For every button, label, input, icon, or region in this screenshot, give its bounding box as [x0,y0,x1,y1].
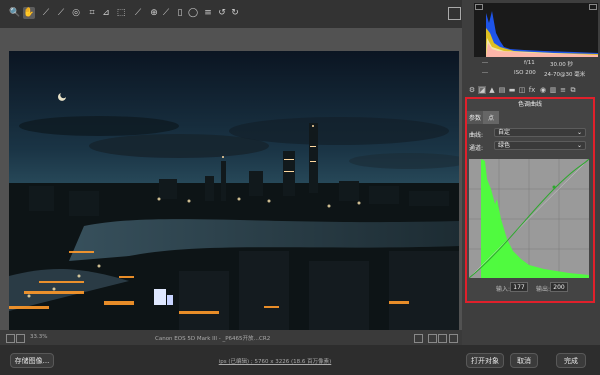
status-bar: 33.3% Canon EOS 5D Mark III - _P6465开放…C… [0,330,462,345]
white-balance-icon[interactable]: ⟋ [40,7,52,19]
lens: 24-70@30 毫米 [544,72,586,78]
highlight-frame [465,97,595,303]
menu-icon[interactable]: ⧉ [569,86,577,94]
swap-icon[interactable] [438,334,447,343]
cancel-button[interactable]: 取消 [510,353,538,368]
highlight-clipping-icon[interactable] [589,4,597,10]
tone-curve-tab-icon[interactable]: ◪ [478,86,486,94]
toolbar: 🔍 ✋ ⟋ ⟋ ◎ ⌗ ⊿ ⬚ ⟋ ⊕ ⟋ ▯ ◯ ≡ ↺ ↻ [0,0,462,28]
zoom-out-button[interactable] [6,334,15,343]
city-night-photo [9,51,459,332]
preview-toggle-icon[interactable] [414,334,423,343]
workflow-options-link[interactable]: ips (已编辑) ; 5760 x 3226 (18.6 百万像素) [200,357,350,365]
zoom-in-button[interactable] [16,334,25,343]
adjustment-brush-icon[interactable]: ⟋ [160,7,172,19]
iso: ISO 200 [514,70,536,76]
preferences-icon[interactable]: ≡ [202,7,214,19]
straighten-icon[interactable]: ⊿ [100,7,112,19]
before-after-icon[interactable] [428,334,437,343]
file-name: Canon EOS 5D Mark III - _P6465开放…CR2 [155,336,271,342]
presets-tab-icon[interactable]: ▥ [549,86,557,94]
hand-icon[interactable]: ✋ [23,7,35,19]
snapshots-tab-icon[interactable]: ≡ [559,86,567,94]
camera-calibration-tab-icon[interactable]: ◉ [539,86,547,94]
readout-g: --- [482,70,488,76]
image-canvas[interactable] [0,28,462,332]
shadow-clipping-icon[interactable] [475,4,483,10]
shutter-speed: 30.00 秒 [550,62,573,68]
zoom-level[interactable]: 33.3% [30,334,47,340]
red-eye-icon[interactable]: ⊕ [148,7,160,19]
radial-filter-icon[interactable]: ◯ [187,7,199,19]
aperture: f/11 [524,60,535,66]
targeted-adjust-icon[interactable]: ◎ [70,7,82,19]
rotate-cw-icon[interactable]: ↻ [229,7,241,19]
zoom-icon[interactable]: 🔍 [9,7,21,19]
panel-tabs: ⚙ ◪ ▲ ▤ ▬ ◫ fx ◉ ▥ ≡ ⧉ [462,84,600,97]
open-object-button[interactable]: 打开对象 [466,353,504,368]
done-button[interactable]: 完成 [556,353,586,368]
bottom-bar: 存储图像... ips (已编辑) ; 5760 x 3226 (18.6 百万… [0,345,600,375]
spot-removal-icon[interactable]: ⟋ [132,7,144,19]
readout-r: --- [482,60,488,66]
save-image-button[interactable]: 存储图像... [10,353,54,368]
crop-icon[interactable]: ⌗ [86,7,98,19]
histogram [474,3,598,57]
split-toning-tab-icon[interactable]: ▬ [508,86,516,94]
fullscreen-toggle-icon[interactable] [448,7,461,20]
settings-toggle-icon[interactable] [449,334,458,343]
basic-tab-icon[interactable]: ⚙ [468,86,476,94]
detail-tab-icon[interactable]: ▲ [488,86,496,94]
rotate-ccw-icon[interactable]: ↺ [216,7,228,19]
color-sampler-icon[interactable]: ⟋ [55,7,67,19]
effects-tab-icon[interactable]: fx [528,86,536,94]
camera-info: --- --- f/11 30.00 秒 ISO 200 24-70@30 毫米 [462,57,600,82]
lens-tab-icon[interactable]: ◫ [518,86,526,94]
photo-preview[interactable] [9,51,459,332]
graduated-filter-icon[interactable]: ▯ [174,7,186,19]
hsl-tab-icon[interactable]: ▤ [498,86,506,94]
histogram-graph [486,11,598,57]
transform-icon[interactable]: ⬚ [115,7,127,19]
